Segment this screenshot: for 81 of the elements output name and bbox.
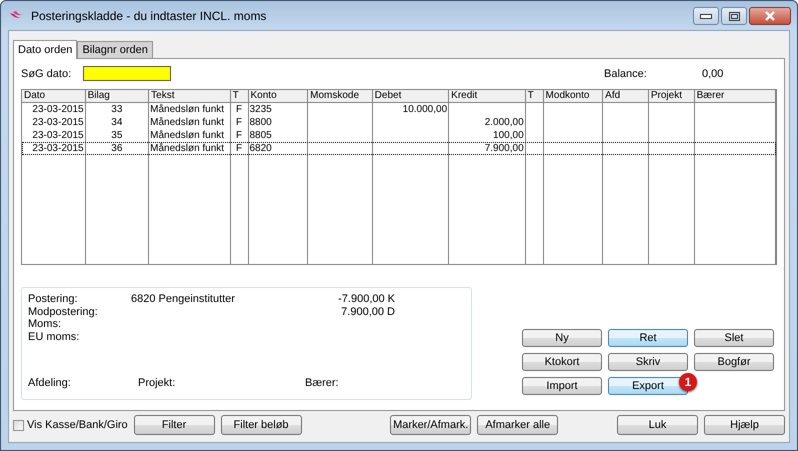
detail-label: Moms:: [28, 319, 62, 330]
table-row[interactable]: 23-03-2015 34 Månedsløn funkt F 8800 2.000,00: [22, 116, 776, 129]
dimension-label: Afdeling:: [28, 377, 72, 389]
table-cell-text: 23-03-2015: [31, 130, 85, 141]
table-cell-text: 100,00: [492, 130, 525, 141]
footer-button[interactable]: Hjælp: [704, 415, 785, 435]
action-button[interactable]: Ny: [522, 329, 602, 347]
action-button[interactable]: Bogfør: [694, 353, 774, 371]
detail-label: EU moms:: [28, 332, 80, 342]
minimize-icon: [700, 14, 712, 18]
column-header[interactable]: Tekst: [149, 90, 231, 102]
column-header[interactable]: Modkonto: [544, 90, 604, 102]
close-icon: [764, 11, 776, 21]
balance-value: 0,00: [702, 68, 724, 80]
footer-button[interactable]: Luk: [617, 415, 698, 435]
table-cell-text: Månedsløn funkt: [149, 117, 226, 128]
detail-label: Modpostering:: [28, 306, 99, 318]
column-header[interactable]: Konto: [248, 90, 308, 102]
minimize-button[interactable]: [693, 7, 719, 25]
column-header[interactable]: T: [526, 90, 544, 102]
maximize-icon: [728, 12, 740, 20]
table-cell-text: Månedsløn funkt: [149, 143, 226, 154]
tab[interactable]: Dato orden: [13, 40, 78, 59]
table-cell-text: 8805: [248, 130, 273, 141]
action-button[interactable]: Import: [522, 377, 602, 395]
column-header[interactable]: Dato: [22, 90, 86, 102]
footer-button[interactable]: Marker/Afmark.: [390, 415, 472, 435]
footer-button[interactable]: Filter beløb: [220, 415, 302, 435]
detail-label: Postering:: [28, 294, 79, 305]
column-header[interactable]: Debet: [372, 90, 450, 102]
table-cell-text: Månedsløn funkt: [149, 130, 226, 141]
table-cell-text: 2.000,00: [484, 117, 525, 128]
table-cell-text: 35: [110, 130, 124, 141]
footer-button[interactable]: Afmarker alle: [477, 415, 558, 435]
column-header[interactable]: Kredit: [449, 90, 526, 102]
tab[interactable]: Bilagnr orden: [77, 41, 153, 58]
table-cell-text: 7.900,00: [484, 143, 525, 154]
maximize-button[interactable]: [721, 7, 747, 25]
column-header[interactable]: T: [230, 90, 248, 102]
table-cell-text: F: [235, 143, 244, 154]
balance-label: Balance:: [604, 68, 648, 80]
table-cell-text: 6820: [248, 143, 273, 154]
footer-button[interactable]: Filter: [134, 415, 215, 435]
amount-text: 7.900,00 D: [340, 306, 395, 318]
action-button[interactable]: Ret: [608, 329, 688, 347]
action-button[interactable]: Skriv: [608, 353, 688, 371]
column-header[interactable]: Momskode: [308, 90, 373, 102]
column-header[interactable]: Bilag: [86, 90, 150, 102]
action-button[interactable]: Ktokort: [522, 353, 602, 371]
search-label: SøG dato:: [21, 68, 72, 80]
table-cell-text: F: [235, 117, 244, 128]
table-row[interactable]: 23-03-2015 35 Månedsløn funkt F 8805 100,00: [22, 129, 776, 142]
app-logo-icon: [9, 10, 25, 20]
action-button[interactable]: Slet: [694, 329, 774, 347]
dimension-label: Projekt:: [138, 377, 176, 389]
table-cell-text: 23-03-2015: [31, 104, 85, 115]
table-cell-text: 8800: [248, 117, 273, 128]
column-header[interactable]: Projekt: [648, 90, 695, 102]
window-title: Posteringskladde - du indtaster INCL. moms: [31, 8, 268, 22]
amount-text: -7.900,00 K: [337, 294, 395, 305]
table-row[interactable]: 23-03-2015 33 Månedsløn funkt F 3235 10.000,00: [22, 103, 776, 116]
dimension-label: Bærer:: [305, 377, 339, 389]
account-text: 6820 Pengeinstitutter: [131, 294, 236, 305]
column-header[interactable]: Afd: [603, 90, 649, 102]
number-badge: 1: [679, 373, 697, 391]
table-cell-text: 33: [110, 104, 124, 115]
table-cell-text: 36: [110, 143, 124, 154]
table-cell-text: 34: [110, 117, 124, 128]
checkbox[interactable]: [13, 420, 24, 430]
checkbox-label: Vis Kasse/Bank/Giro: [27, 419, 128, 431]
table-cell-text: Månedsløn funkt: [149, 104, 226, 115]
close-button[interactable]: [749, 7, 791, 25]
table-cell-text: 3235: [248, 104, 273, 115]
table-cell-text: 10.000,00: [402, 104, 448, 115]
table-cell-text: F: [235, 104, 244, 115]
table-row[interactable]: 23-03-2015 36 Månedsløn funkt F 6820 7.900,00: [22, 142, 776, 155]
table-cell-text: 23-03-2015: [31, 117, 85, 128]
column-header[interactable]: Bærer: [694, 90, 776, 102]
table-cell-text: 23-03-2015: [31, 143, 85, 154]
search-field[interactable]: [83, 66, 171, 81]
table-cell-text: F: [235, 130, 244, 141]
